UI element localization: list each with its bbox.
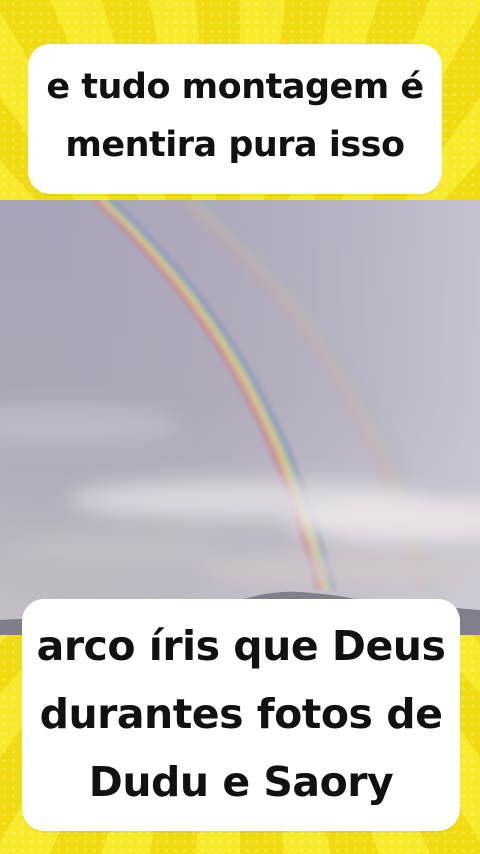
rainbow-sky-scene [0, 200, 480, 635]
double-rainbow-photo [0, 200, 480, 635]
top-caption-line-2: mentira pura isso [65, 125, 405, 165]
bottom-caption: arco íris que Deus durantes fotos de Dud… [22, 599, 460, 831]
bottom-caption-line-3: Dudu e Saory [88, 758, 394, 806]
bottom-caption-line-1: arco íris que Deus [36, 622, 446, 670]
top-caption-line-1: e tudo montagem é [46, 67, 424, 107]
bottom-caption-line-2: durantes fotos de [39, 690, 443, 738]
top-caption: e tudo montagem é mentira pura isso [28, 44, 442, 194]
